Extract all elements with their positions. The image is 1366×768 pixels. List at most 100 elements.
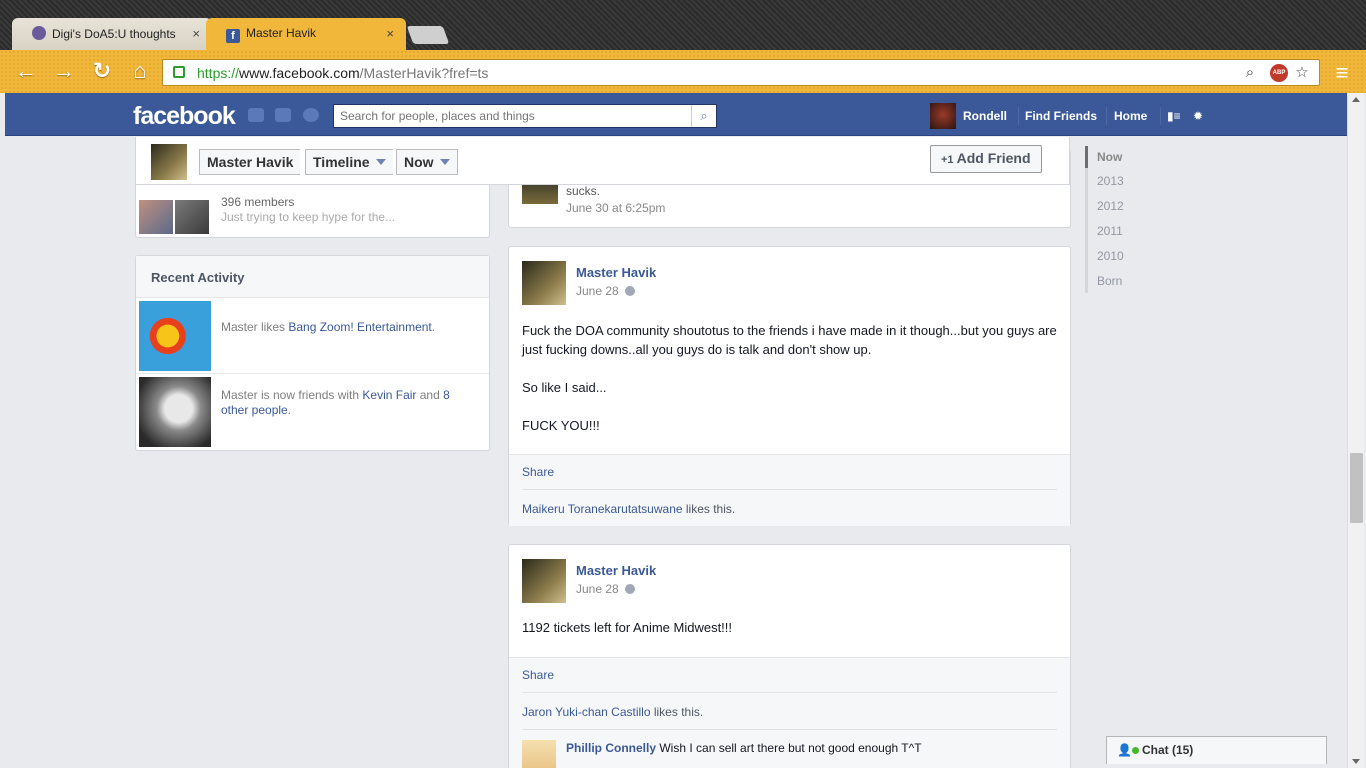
address-bar[interactable]: https://www.facebook.com/MasterHavik?fre…: [162, 59, 1320, 86]
share-link[interactable]: Share: [522, 465, 554, 479]
scroll-up-icon[interactable]: [1352, 97, 1360, 102]
page-scrollbar[interactable]: [1347, 93, 1364, 768]
browser-menu-icon[interactable]: ≡: [1330, 60, 1354, 85]
activity-text: Master is now friends with Kevin Fair an…: [221, 388, 450, 417]
facebook-logo[interactable]: facebook: [133, 102, 236, 131]
post-author-link[interactable]: Master Havik: [576, 265, 656, 280]
add-friend-button[interactable]: +1 Add Friend: [930, 145, 1042, 173]
chevron-down-icon: [375, 159, 386, 165]
member-thumbnail: [139, 200, 173, 234]
browser-toolbar: ← → ↻ ⌂ https://www.facebook.com/MasterH…: [0, 50, 1366, 93]
share-link[interactable]: Share: [522, 668, 554, 682]
scroll-thumb[interactable]: [1350, 453, 1363, 523]
privacy-shortcuts-icon[interactable]: ▮≡: [1167, 109, 1181, 123]
find-friends-link[interactable]: Find Friends: [1025, 109, 1097, 123]
post-date[interactable]: June 28: [576, 582, 635, 596]
liker-link[interactable]: Jaron Yuki-chan Castillo: [522, 705, 651, 719]
likes-line: Jaron Yuki-chan Castillo likes this.: [522, 705, 704, 719]
timeline-year-item[interactable]: Born: [1097, 274, 1122, 288]
zoom-icon[interactable]: ⌕: [1241, 64, 1259, 82]
divider: [522, 729, 1057, 730]
bang-zoom-logo[interactable]: [139, 301, 211, 371]
reload-icon[interactable]: ↻: [90, 60, 114, 84]
facebook-favicon-icon: f: [226, 29, 240, 43]
activity-item: Master likes Bang Zoom! Entertainment.: [136, 298, 489, 374]
home-link[interactable]: Home: [1114, 109, 1147, 123]
liker-link[interactable]: Maikeru Toranekarutatsuwane: [522, 502, 683, 516]
post-avatar[interactable]: [522, 559, 566, 603]
member-thumbnail: [175, 200, 209, 234]
post-date[interactable]: June 30 at 6:25pm: [566, 201, 665, 215]
profile-name-button[interactable]: Master Havik: [199, 149, 301, 175]
star-bookmark-icon[interactable]: ☆: [1293, 64, 1311, 82]
activity-item: Master is now friends with Kevin Fair an…: [136, 374, 489, 450]
timeline-dropdown[interactable]: Timeline: [305, 149, 393, 175]
user-avatar[interactable]: [930, 103, 956, 129]
search-icon[interactable]: ⌕: [691, 105, 716, 127]
nav-rail: [1085, 168, 1088, 293]
browser-tab-digi[interactable]: Digi's DoA5:U thoughts ×: [12, 18, 212, 50]
post-footer: Share Maikeru Toranekarutatsuwane likes …: [509, 454, 1070, 526]
post-paragraph: Fuck the DOA community shoutotus to the …: [522, 323, 1057, 357]
messages-icon[interactable]: [275, 108, 291, 122]
activity-text: Master likes Bang Zoom! Entertainment.: [221, 320, 436, 334]
post-avatar[interactable]: [522, 261, 566, 305]
close-tab-icon[interactable]: ×: [386, 26, 394, 41]
divider: [1160, 107, 1161, 125]
divider: [522, 692, 1057, 693]
kevin-fair-link[interactable]: Kevin Fair: [362, 388, 416, 402]
friend-photo[interactable]: [139, 377, 211, 447]
divider: [1106, 107, 1107, 125]
group-description: Just trying to keep hype for the...: [221, 210, 396, 224]
search-input[interactable]: [334, 105, 684, 127]
recent-activity-title: Recent Activity: [136, 256, 489, 298]
timeline-year-item[interactable]: 2011: [1097, 224, 1123, 238]
home-icon[interactable]: ⌂: [128, 60, 152, 84]
timeline-year-item[interactable]: Now: [1097, 150, 1122, 164]
chat-bar[interactable]: 👤 Chat (15): [1106, 736, 1327, 764]
divider: [1018, 107, 1019, 125]
post-author-link[interactable]: Master Havik: [576, 563, 656, 578]
post-date[interactable]: June 28: [576, 284, 635, 298]
group-members-count: 396 members: [221, 195, 295, 209]
adblock-icon[interactable]: ABP: [1270, 64, 1288, 82]
user-profile-link[interactable]: Rondell: [963, 109, 1007, 123]
chevron-down-icon: [439, 159, 450, 165]
new-tab-button[interactable]: [406, 26, 450, 44]
comment-author-link[interactable]: Phillip Connelly: [566, 741, 656, 755]
comment-avatar[interactable]: [522, 740, 556, 768]
divider: [522, 489, 1057, 490]
notifications-globe-icon[interactable]: [303, 108, 319, 122]
timeline-year-item[interactable]: 2012: [1097, 199, 1124, 213]
date-dropdown[interactable]: Now: [396, 149, 458, 175]
profile-sticky-header: Master Havik Timeline Now +1 Add Friend: [135, 137, 1070, 185]
recent-activity-box: Recent Activity Master likes Bang Zoom! …: [135, 255, 490, 451]
friend-requests-icon[interactable]: [248, 108, 264, 122]
browser-tab-master-havik[interactable]: f Master Havik ×: [206, 18, 406, 50]
timeline-post: Master Havik June 28 Fuck the DOA commun…: [508, 246, 1071, 526]
forward-arrow-icon[interactable]: →: [52, 60, 76, 84]
chat-user-icon: 👤: [1117, 743, 1132, 757]
comment-text: Wish I can sell art there but not good e…: [659, 741, 922, 755]
tab-title: Master Havik: [246, 26, 317, 40]
settings-gear-icon[interactable]: ✹: [1193, 109, 1203, 123]
timeline-year-item[interactable]: 2010: [1097, 249, 1124, 263]
bang-zoom-link[interactable]: Bang Zoom! Entertainment: [288, 320, 431, 334]
url-text[interactable]: https://www.facebook.com/MasterHavik?fre…: [197, 65, 488, 81]
post-paragraph: FUCK YOU!!!: [522, 418, 600, 433]
tab-title: Digi's DoA5:U thoughts: [52, 27, 176, 41]
group-info: 396 members Just trying to keep hype for…: [221, 195, 395, 225]
search-box: ⌕: [333, 104, 717, 128]
back-arrow-icon[interactable]: ←: [14, 60, 38, 84]
lock-icon: [173, 66, 185, 78]
timeline-year-item[interactable]: 2013: [1097, 174, 1124, 188]
post-footer: Share Jaron Yuki-chan Castillo likes thi…: [509, 657, 1070, 768]
post-body: 1192 tickets left for Anime Midwest!!!: [522, 618, 1057, 637]
active-indicator: [1085, 146, 1088, 168]
timeline-post: Master Havik June 28 1192 tickets left f…: [508, 544, 1071, 768]
close-tab-icon[interactable]: ×: [192, 26, 200, 41]
public-globe-icon: [624, 584, 635, 594]
profile-picture[interactable]: [151, 144, 187, 180]
comment: Phillip Connelly Wish I can sell art the…: [566, 741, 922, 755]
scroll-down-icon[interactable]: [1352, 759, 1360, 764]
